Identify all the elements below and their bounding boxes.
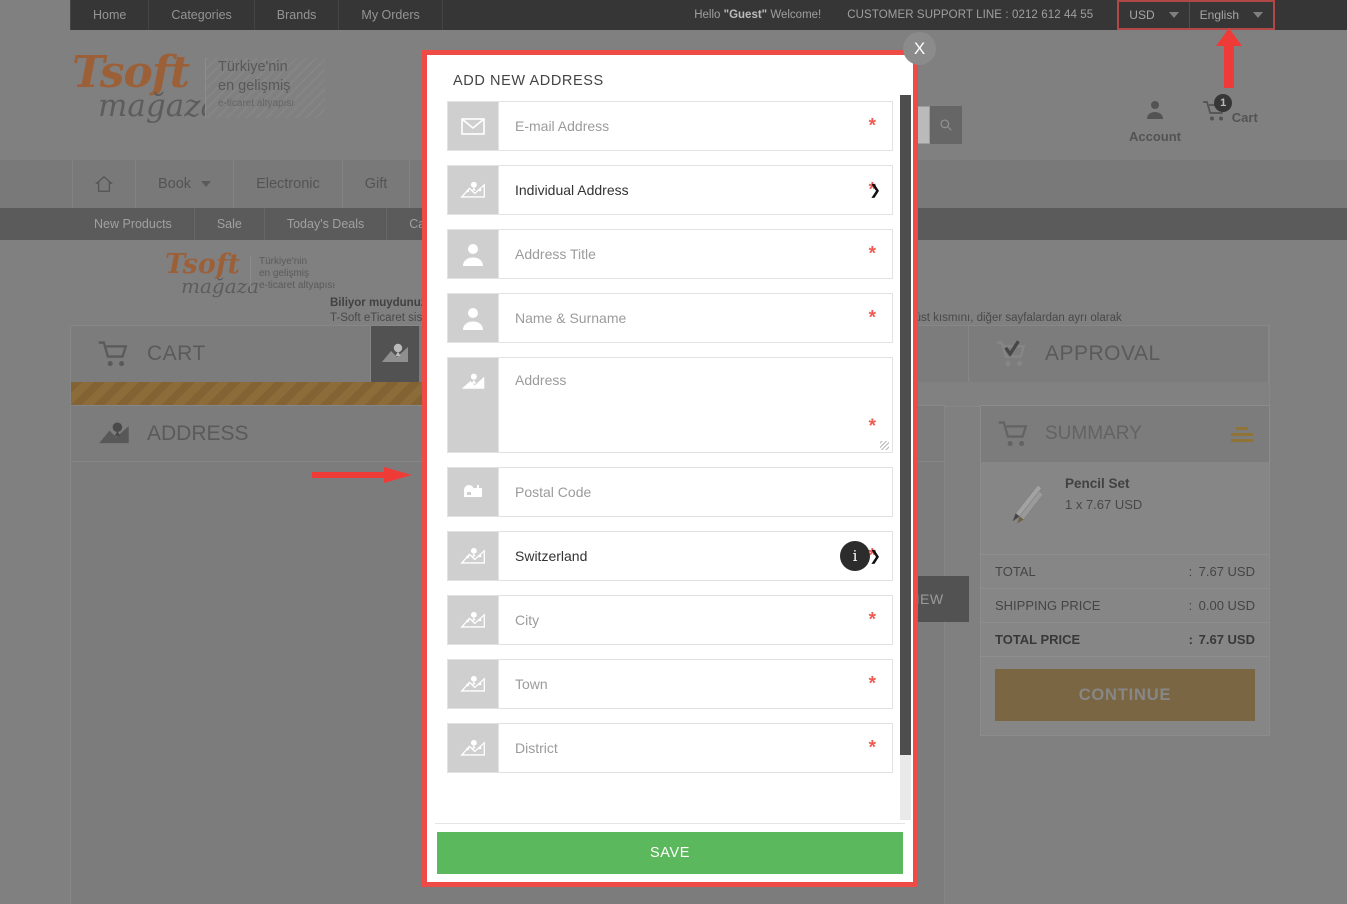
required-mark: * xyxy=(868,673,876,695)
city-input[interactable]: City xyxy=(498,596,892,644)
close-modal-button[interactable]: X xyxy=(903,32,936,65)
address-type-select[interactable]: Individual Address xyxy=(498,166,892,214)
chevron-down-icon[interactable]: ❯ xyxy=(869,548,881,565)
modal-divider xyxy=(435,823,905,824)
field-postal-code[interactable]: Postal Code xyxy=(447,467,893,517)
person-icon xyxy=(448,230,498,278)
save-button[interactable]: SAVE xyxy=(437,832,903,874)
modal-scrollbar[interactable] xyxy=(900,95,911,820)
map-pin-icon xyxy=(448,596,498,644)
address-form: E-mail Address * Individual Address * ❯ xyxy=(435,101,905,824)
required-mark: * xyxy=(868,115,876,137)
field-district[interactable]: District * xyxy=(447,723,893,773)
district-input[interactable]: District xyxy=(498,724,892,772)
add-new-address-modal: ADD NEW ADDRESS E-mail Address * Individ… xyxy=(422,50,918,887)
chevron-down-icon[interactable]: ❯ xyxy=(869,182,881,199)
country-select[interactable]: Switzerland xyxy=(498,532,892,580)
required-mark: * xyxy=(868,416,876,437)
email-input[interactable]: E-mail Address xyxy=(498,102,892,150)
field-email[interactable]: E-mail Address * xyxy=(447,101,893,151)
field-address[interactable]: Address * xyxy=(447,357,893,453)
address-title-input[interactable]: Address Title xyxy=(498,230,892,278)
textarea-resize-handle[interactable] xyxy=(880,441,889,450)
modal-title: ADD NEW ADDRESS xyxy=(453,73,604,89)
person-icon xyxy=(448,294,498,342)
required-mark: * xyxy=(868,307,876,329)
map-pin-icon xyxy=(448,358,498,452)
field-town[interactable]: Town * xyxy=(447,659,893,709)
screenshot-root: Home Categories Brands My Orders Hello "… xyxy=(0,0,1347,904)
map-pin-icon xyxy=(448,660,498,708)
address-textarea[interactable]: Address xyxy=(498,358,892,452)
field-city[interactable]: City * xyxy=(447,595,893,645)
required-mark: * xyxy=(868,609,876,631)
field-name-surname[interactable]: Name & Surname * xyxy=(447,293,893,343)
field-address-title[interactable]: Address Title * xyxy=(447,229,893,279)
required-mark: * xyxy=(868,243,876,265)
modal-inner: ADD NEW ADDRESS E-mail Address * Individ… xyxy=(427,55,913,882)
map-pin-icon xyxy=(448,532,498,580)
modal-scrollbar-thumb[interactable] xyxy=(900,95,911,755)
required-mark: * xyxy=(868,737,876,759)
map-pin-icon xyxy=(448,166,498,214)
annotation-arrow-up xyxy=(1216,28,1242,88)
mailbox-icon xyxy=(448,468,498,516)
field-country[interactable]: Switzerland * ❯ i xyxy=(447,531,893,581)
town-input[interactable]: Town xyxy=(498,660,892,708)
info-cursor-badge: i xyxy=(840,541,870,571)
envelope-icon xyxy=(448,102,498,150)
postal-code-input[interactable]: Postal Code xyxy=(498,468,892,516)
name-surname-input[interactable]: Name & Surname xyxy=(498,294,892,342)
field-address-type[interactable]: Individual Address * ❯ xyxy=(447,165,893,215)
annotation-arrow-right xyxy=(312,467,412,483)
map-pin-icon xyxy=(448,724,498,772)
